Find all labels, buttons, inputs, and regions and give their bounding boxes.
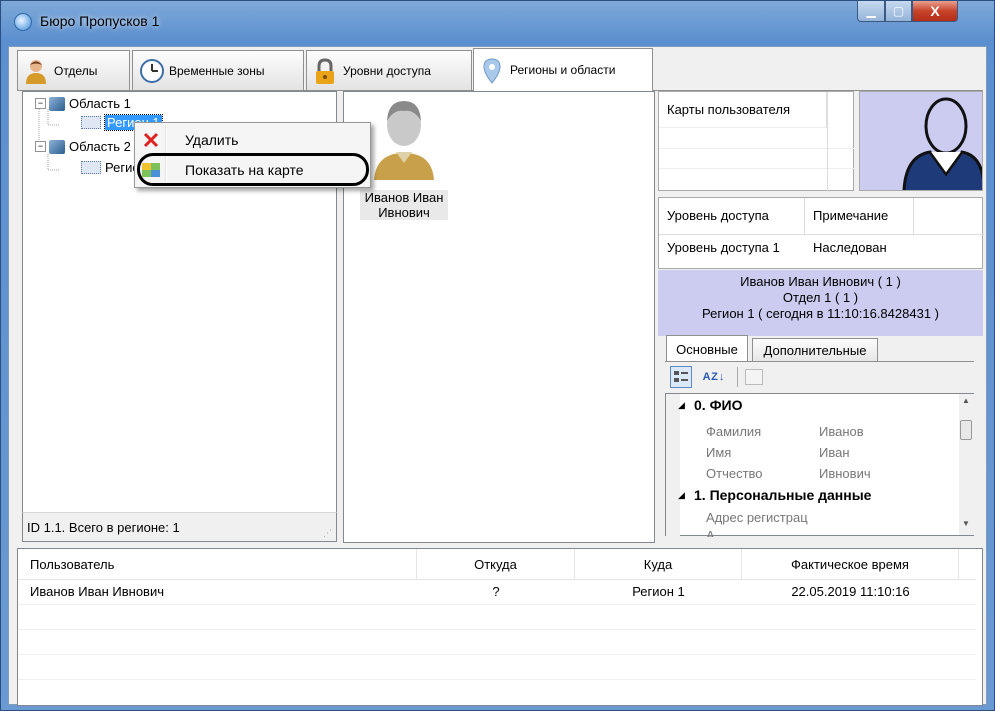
summary-name: Иванов Иван Ивнович ( 1 ) [740, 274, 901, 289]
tab-label: Регионы и области [510, 63, 616, 77]
property-scrollbar[interactable]: ▲ ▼ [959, 394, 974, 535]
tab-regions-areas[interactable]: Регионы и области [473, 48, 653, 91]
tree-node-label: Область 1 [69, 96, 131, 111]
summary-department: Отдел 1 ( 1 ) [782, 290, 859, 305]
tree-node-label: Область 2 [69, 139, 131, 154]
tab-label: Основные [676, 341, 738, 357]
property-grid[interactable]: ◢ 0. ФИО Фамилия Иванов Имя Иван Отчеств… [665, 393, 974, 537]
category-expand-icon[interactable]: ◢ [678, 490, 685, 501]
window-title: Бюро Пропусков 1 [40, 13, 160, 29]
clock-icon [139, 58, 164, 84]
sort-az-icon: A Z ↓ [702, 371, 725, 383]
cell-time: 22.05.2019 11:10:16 [791, 584, 910, 599]
minimize-button[interactable]: ▁ [857, 1, 885, 22]
prop-value[interactable]: Иванов [819, 424, 864, 439]
scroll-down-icon[interactable]: ▼ [962, 519, 970, 528]
tab-main[interactable]: Основные [666, 335, 748, 362]
category-personal[interactable]: 1. Персональные данные [694, 487, 871, 503]
prop-name[interactable]: Отчество [706, 466, 763, 481]
close-button[interactable]: X [912, 1, 958, 22]
collapse-icon[interactable]: − [35, 98, 46, 109]
scroll-thumb[interactable] [960, 420, 972, 440]
delete-x-icon [143, 132, 159, 148]
tab-time-zones[interactable]: Временные зоны [132, 50, 304, 90]
events-table[interactable]: Пользователь Откуда Куда Фактическое вре… [17, 548, 983, 706]
prop-name[interactable]: Имя [706, 445, 731, 460]
categorized-button[interactable] [670, 366, 692, 388]
categorized-icon [674, 371, 688, 382]
prop-value[interactable]: Иван [819, 445, 850, 460]
user-cards-grid[interactable]: Карты пользователя [658, 91, 855, 192]
tab-access-levels[interactable]: Уровни доступа [306, 50, 472, 90]
prop-name[interactable]: Фамилия [706, 424, 761, 439]
maximize-button[interactable]: ▢ [885, 1, 912, 22]
prop-name[interactable]: А [706, 528, 715, 537]
region-icon [81, 161, 101, 174]
resize-grip-icon[interactable]: ⋰ [323, 528, 332, 539]
category-expand-icon[interactable]: ◢ [678, 400, 685, 411]
cell-to: Регион 1 [632, 584, 685, 599]
cards-column-header[interactable]: Карты пользователя [667, 102, 790, 117]
title-bar[interactable]: Бюро Пропусков 1 ▁ ▢ X [0, 0, 995, 46]
summary-region: Регион 1 ( сегодня в 11:10:16.8428431 ) [701, 306, 939, 321]
tab-additional[interactable]: Дополнительные [752, 338, 878, 362]
area-cube-icon [49, 96, 65, 111]
maximize-icon: ▢ [892, 4, 905, 18]
table-row[interactable]: Иванов Иван Ивнович ? Регион 1 22.05.201… [18, 580, 976, 604]
map-pin-icon [480, 57, 504, 84]
person-icon [24, 58, 48, 84]
tree-node-area-2[interactable]: − Область 2 [35, 139, 131, 154]
prop-value[interactable]: Ивнович [819, 466, 871, 481]
people-view[interactable]: Иванов Иван Ивнович [343, 91, 655, 543]
padlock-icon [313, 57, 337, 84]
menu-item-delete[interactable]: Удалить [137, 127, 368, 153]
highlight-ellipse [137, 153, 369, 186]
region-icon [81, 116, 101, 129]
scroll-up-icon[interactable]: ▲ [962, 396, 970, 405]
tab-label: Дополнительные [763, 343, 867, 358]
column-header-time[interactable]: Фактическое время [742, 549, 959, 579]
tab-label: Отделы [54, 63, 98, 78]
column-header-from[interactable]: Откуда [417, 549, 575, 579]
person-name-line2: Ивнович [378, 205, 430, 220]
column-header-to[interactable]: Куда [575, 549, 742, 579]
person-name-line1: Иванов Иван [364, 190, 444, 205]
note-cell[interactable]: Наследован [813, 240, 887, 255]
property-pages-icon[interactable] [745, 369, 763, 385]
access-levels-grid[interactable]: Уровень доступа Примечание Уровень досту… [658, 197, 984, 269]
access-level-cell[interactable]: Уровень доступа 1 [667, 240, 780, 255]
person-card[interactable]: Иванов Иван Ивнович [360, 95, 448, 225]
region-status-text: ID 1.1. Всего в регионе: 1 [27, 520, 180, 535]
user-photo [859, 91, 986, 191]
category-fio[interactable]: 0. ФИО [694, 397, 742, 413]
minimize-icon: ▁ [866, 4, 876, 18]
tab-label: Временные зоны [169, 63, 265, 78]
menu-item-label: Удалить [185, 132, 239, 148]
column-header-user[interactable]: Пользователь [18, 549, 417, 579]
sort-az-button[interactable]: A Z ↓ [696, 366, 730, 388]
close-icon: X [930, 3, 940, 19]
cell-user: Иванов Иван Ивнович [30, 584, 164, 599]
collapse-icon[interactable]: − [35, 141, 46, 152]
access-column-header[interactable]: Уровень доступа [667, 208, 769, 223]
tree-status-bar: ID 1.1. Всего в регионе: 1 ⋰ [22, 512, 337, 542]
user-summary: Иванов Иван Ивнович ( 1 ) Отдел 1 ( 1 ) … [658, 270, 983, 336]
app-icon [14, 13, 32, 31]
note-column-header[interactable]: Примечание [813, 208, 888, 223]
user-silhouette-icon [902, 97, 986, 191]
tab-departments[interactable]: Отделы [17, 50, 130, 90]
user-avatar-icon [374, 101, 434, 180]
tab-label: Уровни доступа [343, 63, 431, 78]
tree-node-area-1[interactable]: − Область 1 [35, 96, 131, 111]
cell-from: ? [492, 584, 500, 599]
area-cube-icon [49, 139, 65, 154]
prop-name[interactable]: Адрес регистрац [706, 510, 808, 525]
